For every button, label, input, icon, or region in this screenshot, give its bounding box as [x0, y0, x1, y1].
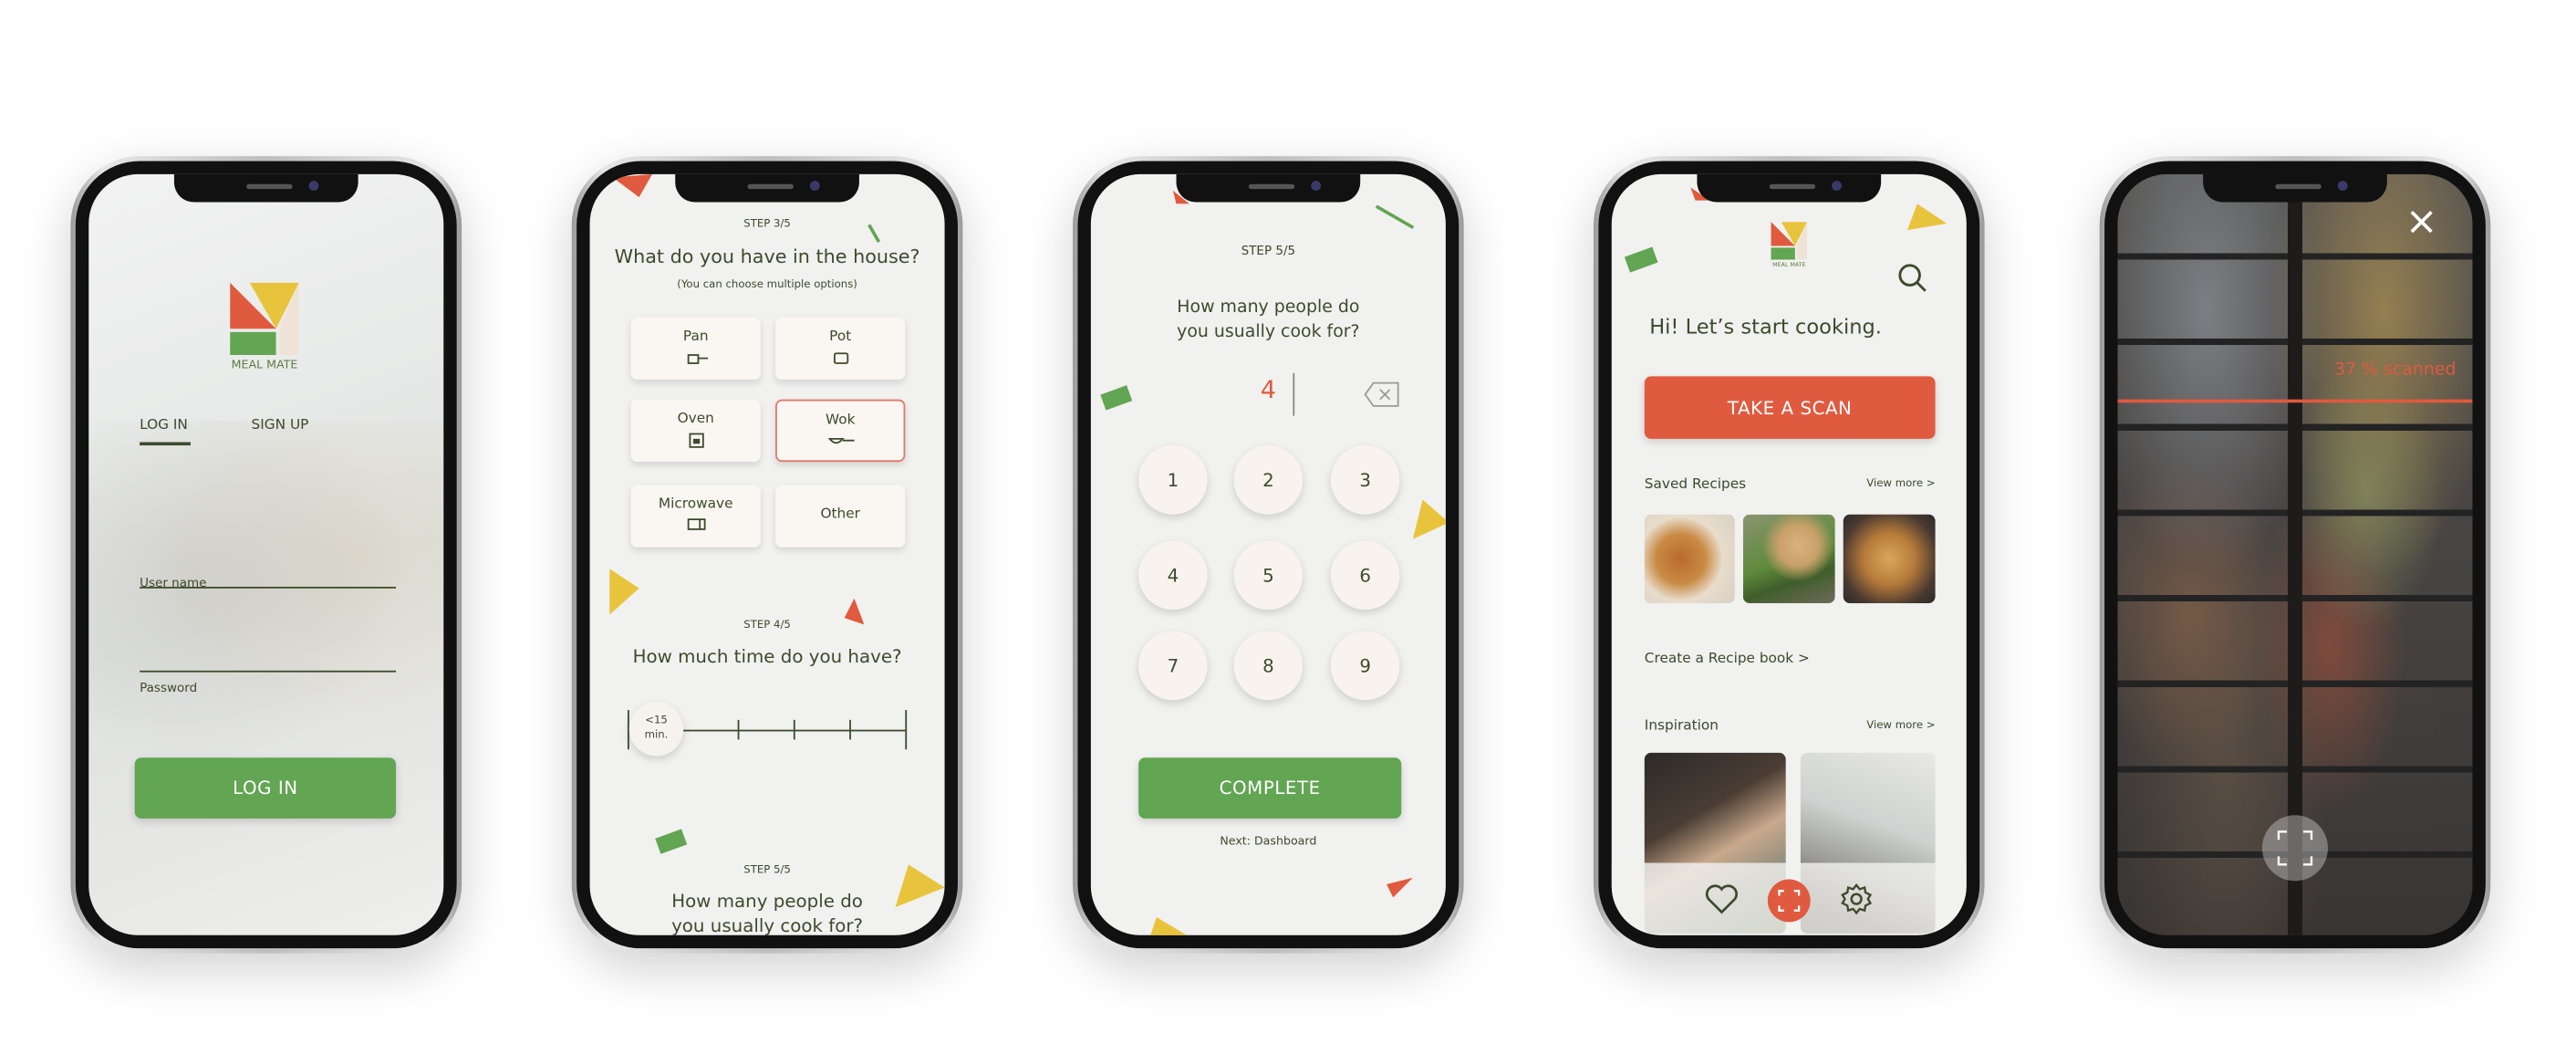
confetti-triangle [609, 569, 639, 615]
option-oven[interactable]: Oven [630, 399, 761, 463]
question-title: How much time do you have? [632, 645, 902, 668]
pan-icon [686, 354, 708, 364]
confetti-triangle [612, 173, 652, 198]
keypad-key-1[interactable]: 1 [1138, 445, 1208, 515]
text-cursor [1293, 372, 1295, 416]
inspiration-title: Inspiration [1644, 718, 1719, 736]
log-in-button[interactable]: LOG IN [134, 757, 397, 819]
capture-button[interactable] [2261, 815, 2329, 882]
keypad-key-8[interactable]: 8 [1233, 631, 1304, 701]
phone-notch [2203, 173, 2387, 203]
microwave-icon [686, 518, 705, 530]
active-tab-underline [140, 442, 191, 446]
confetti-line [1375, 204, 1415, 229]
keypad-key-5[interactable]: 5 [1233, 540, 1304, 611]
saved-recipes-view-more-link[interactable]: View more > [1866, 476, 1935, 489]
confetti-triangle [895, 864, 945, 908]
scan-frame-icon [2277, 830, 2313, 866]
tab-sign-up[interactable]: SIGN UP [252, 417, 309, 433]
logo-text: MEAL MATE [231, 358, 298, 372]
next-step-label: Next: Dashboard [1220, 834, 1317, 849]
saved-recipe-image[interactable] [1742, 514, 1835, 603]
option-other[interactable]: Other [775, 485, 906, 548]
phone-dashboard-screen: MEAL MATE Hi! Let’s start cooking. TAKE … [1593, 156, 1985, 954]
kitchen-background-image [88, 421, 444, 799]
confetti-rect [1100, 385, 1133, 411]
phone-notch [1697, 173, 1882, 203]
confetti-rect [655, 829, 688, 854]
step-label: STEP 5/5 [1241, 243, 1296, 258]
username-label: User name [140, 575, 207, 590]
step-label: STEP 3/5 [743, 216, 791, 231]
saved-recipe-image[interactable] [1644, 514, 1735, 603]
pot-icon [833, 352, 848, 364]
password-label: Password [140, 680, 198, 695]
step-label: STEP 4/5 [743, 618, 791, 632]
option-pan[interactable]: Pan [630, 317, 761, 381]
scan-nav-button[interactable] [1767, 879, 1811, 923]
scan-progress-line [2117, 399, 2473, 403]
password-input[interactable] [140, 632, 397, 673]
keypad-key-2[interactable]: 2 [1233, 445, 1304, 515]
confetti-triangle [1412, 499, 1446, 539]
phone-notch [173, 173, 358, 203]
close-icon[interactable] [2408, 209, 2435, 235]
option-pot[interactable]: Pot [775, 317, 906, 381]
greeting-heading: Hi! Let’s start cooking. [1649, 313, 1882, 339]
oven-icon [688, 433, 703, 448]
step-label: STEP 5/5 [743, 862, 791, 876]
confetti-triangle [1150, 916, 1187, 935]
gear-icon[interactable] [1840, 882, 1873, 915]
keypad-key-7[interactable]: 7 [1138, 631, 1208, 701]
question-hint: (You can choose multiple options) [677, 277, 857, 291]
phone-setup-screen: STEP 3/5 What do you have in the house? … [571, 156, 963, 954]
option-wok-selected[interactable]: Wok [775, 399, 906, 463]
scan-progress-text: 37 % scanned [2333, 360, 2457, 381]
inspiration-view-more-link[interactable]: View more > [1866, 718, 1935, 731]
logo-text: MEAL MATE [1772, 261, 1806, 268]
wok-icon [826, 437, 854, 444]
complete-button[interactable]: COMPLETE [1138, 757, 1402, 819]
keypad-key-3[interactable]: 3 [1330, 445, 1400, 515]
tab-log-in[interactable]: LOG IN [140, 417, 188, 433]
question-title: How many people do [1177, 297, 1360, 318]
question-title-line2: you usually cook for? [671, 915, 864, 935]
saved-recipe-image[interactable] [1843, 514, 1936, 603]
people-count-input[interactable]: 4 [1261, 375, 1276, 404]
confetti-triangle [844, 598, 865, 625]
backspace-icon[interactable] [1364, 381, 1400, 408]
question-title-line2: you usually cook for? [1177, 321, 1360, 342]
scan-frame-icon [1778, 889, 1801, 912]
keypad-key-4[interactable]: 4 [1138, 540, 1208, 611]
phone-notch [675, 173, 859, 203]
confetti-triangle [1387, 877, 1413, 898]
saved-recipes-title: Saved Recipes [1644, 476, 1747, 494]
create-recipe-book-link[interactable]: Create a Recipe book > [1645, 651, 1810, 667]
slider-knob[interactable]: <15 min. [628, 702, 684, 757]
time-slider[interactable]: <15 min. [627, 702, 908, 757]
question-title: How many people do [671, 891, 863, 913]
heart-icon[interactable] [1705, 884, 1738, 914]
question-title: What do you have in the house? [614, 245, 920, 268]
phone-scan-screen: 37 % scanned [2099, 156, 2491, 954]
phone-notch [1176, 173, 1361, 203]
phone-people-screen: STEP 5/5 How many people do you usually … [1073, 156, 1464, 954]
phone-login-screen: MEAL MATE LOG IN SIGN UP User name Passw… [70, 156, 462, 954]
keypad-key-6[interactable]: 6 [1330, 540, 1400, 611]
take-a-scan-button[interactable]: TAKE A SCAN [1644, 376, 1936, 439]
confetti-triangle [1906, 204, 1948, 231]
meal-mate-logo [1771, 222, 1808, 260]
option-microwave[interactable]: Microwave [630, 485, 761, 548]
confetti-line [867, 224, 881, 244]
search-icon[interactable] [1897, 263, 1927, 292]
bottom-nav-bar [1611, 862, 1967, 935]
meal-mate-logo [230, 282, 299, 356]
keypad-key-9[interactable]: 9 [1330, 631, 1400, 701]
confetti-rect [1624, 246, 1658, 273]
